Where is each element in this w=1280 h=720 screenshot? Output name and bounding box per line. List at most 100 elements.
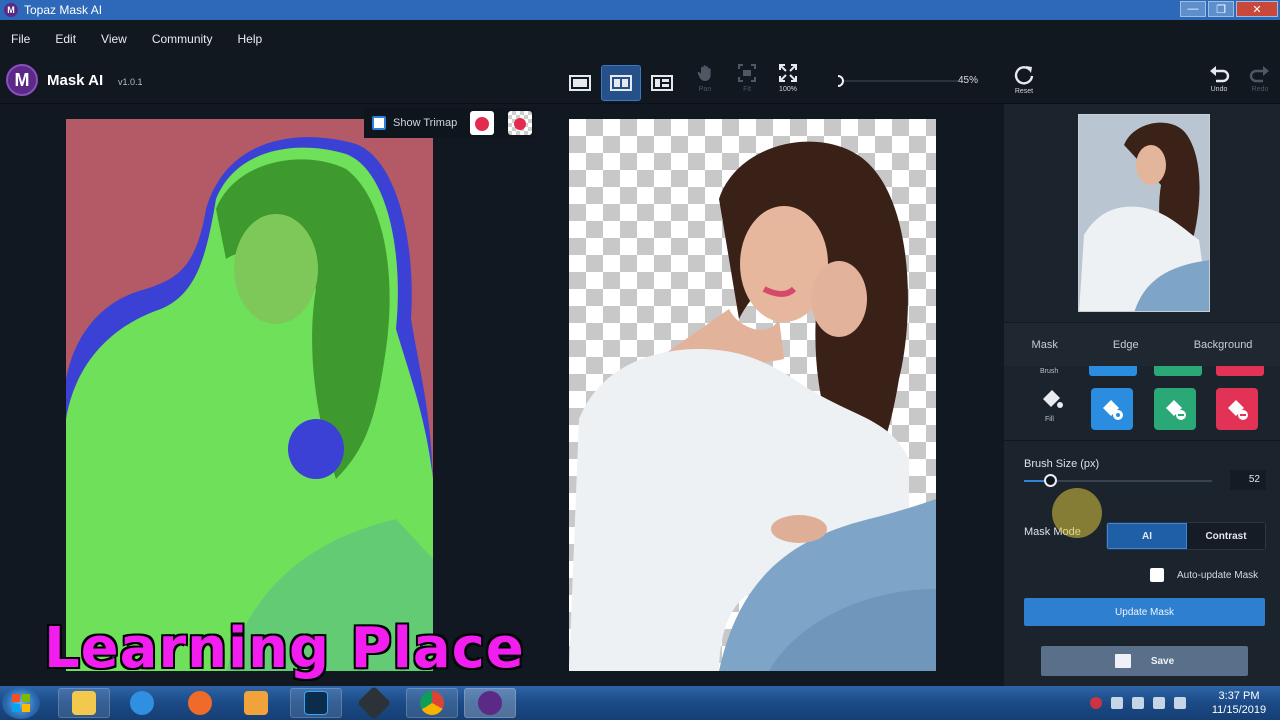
trimap-color-toggle[interactable]	[470, 111, 494, 135]
split-view-button[interactable]	[642, 65, 682, 101]
battery-icon[interactable]	[1153, 697, 1165, 709]
cutout-image	[569, 141, 936, 671]
transparency-toggle[interactable]	[508, 111, 532, 135]
auto-update-label: Auto-update Mask	[1177, 569, 1259, 581]
mask-mode-contrast[interactable]: Contrast	[1187, 523, 1265, 549]
taskbar-media-player[interactable]	[230, 688, 282, 718]
media-player-icon	[244, 691, 268, 715]
taskbar-nox[interactable]	[348, 686, 400, 720]
keep-brush-button[interactable]	[1089, 366, 1137, 376]
brush-size-value[interactable]: 52	[1230, 470, 1266, 490]
nox-icon	[357, 686, 391, 720]
learning-place-watermark: Learning Place	[44, 616, 525, 681]
thumbnail-image	[1079, 115, 1209, 311]
tab-background[interactable]: Background	[1194, 339, 1253, 351]
volume-icon[interactable]	[1174, 697, 1186, 709]
undo-icon	[1210, 66, 1230, 83]
taskbar-photoshop[interactable]	[290, 688, 342, 718]
menu-edit[interactable]: Edit	[55, 32, 76, 46]
hand-icon	[697, 65, 711, 81]
mask-ai-logo: M	[6, 64, 38, 96]
menu-file[interactable]: File	[11, 32, 30, 46]
trimap-toolbar: Show Trimap	[364, 108, 534, 138]
taskbar-internet-explorer[interactable]	[116, 688, 168, 718]
tab-mask[interactable]: Mask	[1032, 339, 1058, 351]
brush-tools: Brush Fill	[1004, 366, 1280, 440]
mask-mode-ai[interactable]: AI	[1107, 523, 1187, 549]
brush-size-label: Brush Size (px)	[1024, 458, 1100, 470]
canvas-area[interactable]: Show Trimap Learning Place	[0, 104, 1004, 686]
side-by-side-icon	[610, 75, 632, 91]
brush-label: Brush	[1040, 368, 1059, 375]
expand-icon	[779, 64, 797, 82]
chrome-icon	[420, 691, 444, 715]
firefox-icon	[188, 691, 212, 715]
fill-tool[interactable]	[1030, 378, 1072, 420]
menu-help[interactable]: Help	[238, 32, 263, 46]
app-toolbar: M Mask AI v1.0.1 Pan Fit 100% 45% Reset …	[0, 58, 1280, 104]
single-view-icon	[569, 75, 591, 91]
window-title: Topaz Mask AI	[24, 3, 103, 17]
cut-brush-button[interactable]	[1216, 366, 1264, 376]
zoom-slider-knob[interactable]	[838, 75, 844, 87]
zoom-slider[interactable]	[838, 75, 958, 87]
compute-brush-button[interactable]	[1154, 366, 1202, 376]
fit-tool[interactable]: Fit	[732, 64, 762, 100]
tab-edge[interactable]: Edge	[1113, 339, 1139, 351]
brush-size-knob[interactable]	[1044, 474, 1057, 487]
cursor-highlight	[1052, 488, 1102, 538]
taskbar-chrome[interactable]	[406, 688, 458, 718]
start-button[interactable]	[2, 687, 40, 719]
auto-update-checkbox[interactable]	[1150, 568, 1164, 582]
taskbar-firefox[interactable]	[174, 688, 226, 718]
bucket-keep-icon	[1103, 400, 1123, 420]
reset-button[interactable]: Reset	[1009, 64, 1039, 100]
save-button[interactable]: Save	[1041, 646, 1248, 676]
menu-view[interactable]: View	[101, 32, 127, 46]
taskbar-mask-ai[interactable]	[464, 688, 516, 718]
ie-icon	[130, 691, 154, 715]
pan-tool[interactable]: Pan	[690, 64, 720, 100]
close-button[interactable]: ✕	[1236, 1, 1278, 17]
apple-checker-icon	[514, 118, 526, 130]
auto-update-row: Auto-update Mask	[1150, 568, 1258, 582]
windows-taskbar: 3:37 PM 11/15/2019	[0, 686, 1280, 720]
minimize-button[interactable]: —	[1180, 1, 1206, 17]
side-by-side-view-button[interactable]	[601, 65, 641, 101]
mask-ai-taskbar-icon	[478, 691, 502, 715]
paint-bucket-icon	[1043, 390, 1063, 408]
app-icon: M	[4, 3, 18, 17]
apple-red-icon	[475, 117, 489, 131]
navigator-thumbnail[interactable]	[1078, 114, 1210, 312]
window-title-bar: M Topaz Mask AI — ❐ ✕	[0, 0, 1280, 20]
mask-overlay-image	[66, 119, 433, 671]
redo-icon	[1249, 66, 1269, 83]
keep-fill-button[interactable]	[1091, 388, 1133, 430]
zoom-100-tool[interactable]: 100%	[773, 64, 803, 100]
redo-button[interactable]: Redo	[1245, 64, 1275, 100]
menu-bar: File Edit View Community Help	[0, 20, 1280, 58]
bucket-compute-icon	[1166, 400, 1186, 420]
windows-logo-icon	[12, 694, 30, 712]
brush-size-slider[interactable]	[1024, 474, 1212, 487]
signal-icon[interactable]	[1111, 697, 1123, 709]
single-view-button[interactable]	[560, 65, 600, 101]
undo-button[interactable]: Undo	[1204, 64, 1234, 100]
taskbar-explorer[interactable]	[58, 688, 110, 718]
clock-time: 3:37 PM	[1218, 690, 1260, 702]
antivirus-icon[interactable]	[1090, 697, 1102, 709]
save-icon	[1114, 654, 1131, 668]
system-clock[interactable]: 3:37 PM 11/15/2019	[1206, 689, 1272, 717]
right-panel: Mask Edge Background Brush Fill Brush Si…	[1004, 104, 1280, 686]
cut-fill-button[interactable]	[1216, 388, 1258, 430]
network-icon[interactable]	[1132, 697, 1144, 709]
maximize-button[interactable]: ❐	[1208, 1, 1234, 17]
show-trimap-checkbox[interactable]	[372, 116, 386, 130]
update-mask-button[interactable]: Update Mask	[1024, 598, 1265, 626]
trimap-mask-view[interactable]	[66, 119, 433, 671]
system-tray	[1090, 686, 1186, 720]
compute-fill-button[interactable]	[1154, 388, 1196, 430]
menu-community[interactable]: Community	[152, 32, 213, 46]
zoom-value: 45%	[958, 75, 979, 86]
result-preview[interactable]	[569, 119, 936, 671]
